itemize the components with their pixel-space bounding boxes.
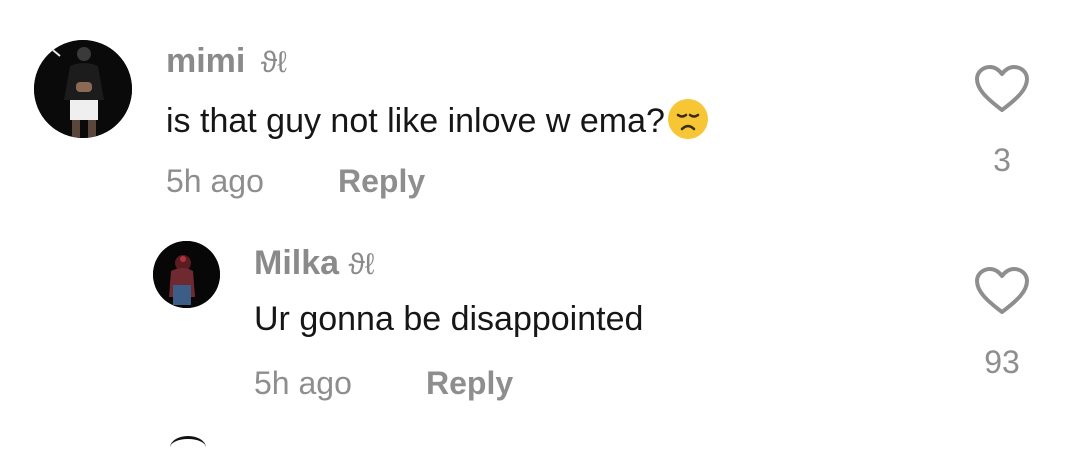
reply-comment: Milka ϑℓ Ur gonna be disappointed 5h ago…	[0, 220, 1080, 440]
comment-text: is that guy not like inlove w ema?	[166, 98, 709, 149]
comment-body: is that guy not like inlove w ema?	[166, 102, 665, 140]
reply-button[interactable]: Reply	[338, 163, 425, 200]
username-text: Milka	[254, 244, 340, 282]
comment: mimi ϑℓ is that guy not like inlove w em…	[0, 0, 1080, 220]
username[interactable]: Milka ϑℓ	[254, 244, 375, 283]
like-count: 3	[993, 142, 1011, 178]
comment-text: Ur gonna be disappointed	[254, 300, 644, 338]
timestamp: 5h ago	[166, 163, 264, 199]
username-text: mimi	[166, 42, 246, 80]
username-suffix: ϑℓ	[260, 46, 287, 79]
heart-outline-icon	[975, 267, 1029, 314]
avatar[interactable]	[34, 40, 132, 138]
next-comment-avatar[interactable]	[170, 436, 206, 459]
timestamp: 5h ago	[254, 365, 352, 401]
avatar-photo	[34, 40, 132, 138]
avatar[interactable]	[153, 241, 220, 308]
like-button[interactable]	[972, 266, 1032, 316]
avatar-photo	[153, 241, 220, 308]
disappointed-face-emoji-icon	[667, 98, 709, 149]
username[interactable]: mimi ϑℓ	[166, 42, 287, 81]
username-suffix: ϑℓ	[348, 248, 375, 281]
heart-outline-icon	[975, 65, 1029, 112]
like-button[interactable]	[972, 64, 1032, 114]
like-count: 93	[984, 344, 1020, 380]
reply-button[interactable]: Reply	[426, 365, 513, 402]
